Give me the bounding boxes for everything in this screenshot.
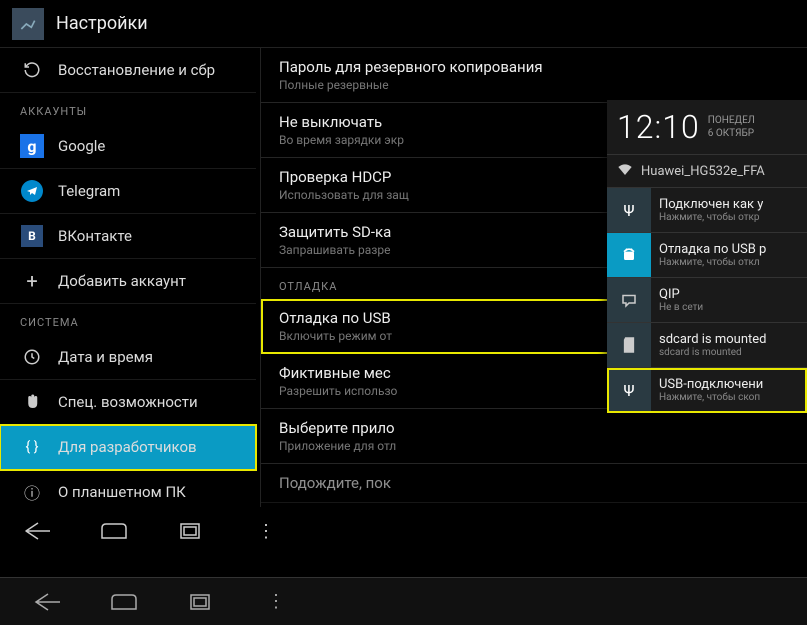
restore-icon [20,58,44,82]
back-button[interactable] [20,586,76,618]
vk-icon: B [20,224,44,248]
menu-button[interactable]: ⋮ [238,515,294,547]
sidebar-item-accessibility[interactable]: Спец. возможности [0,380,256,425]
sidebar-item-backup[interactable]: Восстановление и сбр [0,48,256,93]
recent-button[interactable] [162,515,218,547]
sidebar-label: О планшетном ПК [58,483,186,501]
notif-title: Подключен как у [659,197,763,212]
notification-clock: 12:10 ПОНЕДЕЛ 6 ОКТЯБР [607,100,807,155]
settings-icon [12,8,44,40]
sidebar: Восстановление и сбр АККАУНТЫ g Google T… [0,48,260,528]
sidebar-label: Telegram [58,182,120,200]
setting-select-app[interactable]: Выберите прило Приложение для отл [261,409,807,464]
notif-subtitle: Нажмите, чтобы скоп [659,392,763,403]
clock-icon [20,345,44,369]
setting-title: Пароль для резервного копирования [279,58,789,76]
sidebar-category-accounts: АККАУНТЫ [0,93,256,124]
sidebar-label: Google [58,137,105,155]
notif-title: sdcard is mounted [659,332,767,347]
notification-sdcard[interactable]: sdcard is mounted sdcard is mounted [607,323,807,368]
clock-time: 12:10 [617,108,700,146]
notif-subtitle: sdcard is mounted [659,347,767,358]
telegram-icon [20,179,44,203]
back-button[interactable] [10,515,66,547]
setting-subtitle: Приложение для отл [279,439,789,453]
sidebar-category-system: СИСТЕМА [0,304,256,335]
notif-title: USB-подключени [659,377,763,392]
setting-title: Выберите прило [279,419,789,437]
sdcard-icon [607,323,651,367]
info-icon: ⓘ [20,480,44,504]
sidebar-label: ВКонтакте [58,227,132,245]
notification-wifi[interactable]: Huawei_HG532e_FFA [607,155,807,188]
notification-qip[interactable]: QIP Не в сети [607,278,807,323]
wifi-icon [617,163,633,179]
setting-title: Подождите, пок [279,474,789,492]
page-title: Настройки [56,13,148,34]
notification-usb-connected[interactable]: Ψ Подключен как у Нажмите, чтобы откр [607,188,807,233]
notif-subtitle: Не в сети [659,302,703,313]
braces-icon: { } [20,435,44,459]
sidebar-item-add-account[interactable]: + Добавить аккаунт [0,259,256,304]
notif-subtitle: Нажмите, чтобы откл [659,257,766,268]
notification-usb-connection[interactable]: Ψ USB-подключени Нажмите, чтобы скоп [607,368,807,413]
sidebar-label: Дата и время [58,348,153,366]
nav-bar-upper: ⋮ [0,507,330,555]
home-button[interactable] [86,515,142,547]
setting-wait-debug[interactable]: Подождите, пок [261,464,807,503]
recent-button[interactable] [172,586,228,618]
sidebar-label: Спец. возможности [58,393,198,411]
nav-bar-lower: ⋮ [0,577,807,625]
android-icon [607,233,651,277]
usb-icon: Ψ [607,368,651,412]
sidebar-item-vk[interactable]: B ВКонтакте [0,214,256,259]
sidebar-item-telegram[interactable]: Telegram [0,169,256,214]
setting-backup-password[interactable]: Пароль для резервного копирования Полные… [261,48,807,103]
clock-date: ПОНЕДЕЛ 6 ОКТЯБР [708,114,755,140]
wifi-name: Huawei_HG532e_FFA [641,164,765,179]
sidebar-label: Для разработчиков [58,438,197,456]
notification-usb-debug[interactable]: Отладка по USB р Нажмите, чтобы откл [607,233,807,278]
setting-subtitle: Полные резервные [279,78,789,92]
menu-button[interactable]: ⋮ [248,586,304,618]
sidebar-item-google[interactable]: g Google [0,124,256,169]
sidebar-label: Добавить аккаунт [58,272,186,290]
usb-icon: Ψ [607,188,651,232]
plus-icon: + [20,269,44,293]
sidebar-item-datetime[interactable]: Дата и время [0,335,256,380]
home-button[interactable] [96,586,152,618]
notification-panel: 12:10 ПОНЕДЕЛ 6 ОКТЯБР Huawei_HG532e_FFA… [607,100,807,413]
notif-title: QIP [659,287,703,302]
sidebar-item-developer[interactable]: { } Для разработчиков [0,425,256,470]
app-header: Настройки [0,0,807,48]
qip-icon [607,278,651,322]
notif-title: Отладка по USB р [659,242,766,257]
notif-subtitle: Нажмите, чтобы откр [659,212,763,223]
google-icon: g [20,134,44,158]
sidebar-label: Восстановление и сбр [58,61,215,79]
hand-icon [20,390,44,414]
